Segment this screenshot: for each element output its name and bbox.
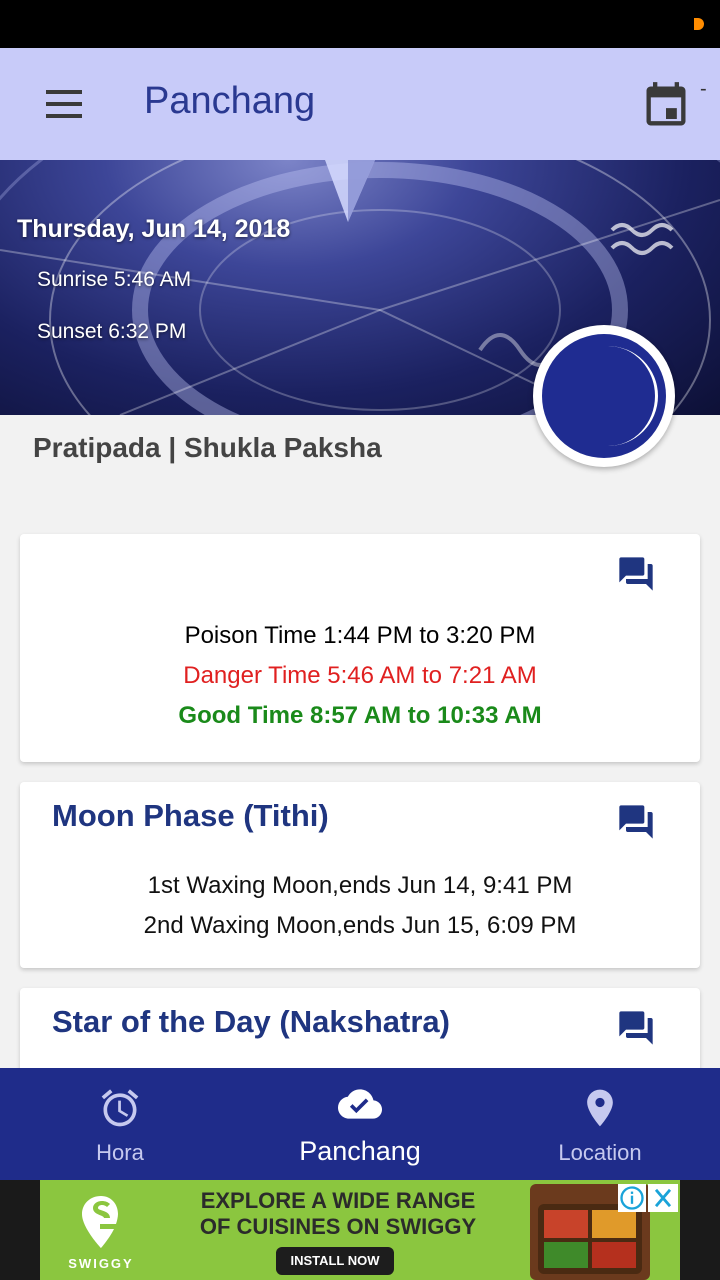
- ad-headline-line-1: EXPLORE A WIDE RANGE: [200, 1188, 476, 1213]
- tithi-line-1: 1st Waxing Moon,ends Jun 14, 9:41 PM: [147, 872, 573, 899]
- chat-icon[interactable]: [614, 1008, 658, 1048]
- chat-icon[interactable]: [614, 802, 658, 842]
- nav-label-panchang: Panchang: [299, 1136, 421, 1166]
- ad-close-icon[interactable]: [648, 1184, 678, 1212]
- nav-item-hora[interactable]: Hora: [0, 1068, 240, 1180]
- alarm-clock-icon: [101, 1089, 139, 1127]
- notification-dot-icon: [694, 18, 704, 30]
- sunset-time: Sunset 6:32 PM: [37, 320, 187, 343]
- status-bar: [0, 0, 720, 48]
- hero-date: Thursday, Jun 14, 2018: [17, 215, 291, 243]
- app-bar-trailing-text: -: [700, 78, 707, 100]
- tithi-line-2: 2nd Waxing Moon,ends Jun 15, 6:09 PM: [143, 912, 577, 939]
- app-bar: Panchang -: [0, 48, 720, 160]
- ad-headline: EXPLORE A WIDE RANGE OF CUISINES ON SWIG…: [188, 1188, 488, 1240]
- sunrise-time: Sunrise 5:46 AM: [37, 268, 192, 291]
- swiggy-logo: SWIGGY: [58, 1194, 144, 1274]
- nakshatra-title: Star of the Day (Nakshatra): [52, 1004, 450, 1039]
- menu-icon[interactable]: [40, 86, 88, 122]
- tithi-summary: Pratipada | Shukla Paksha: [33, 432, 382, 463]
- moon-phase-title: Moon Phase (Tithi): [52, 798, 329, 833]
- page-title: Panchang: [144, 80, 316, 122]
- good-time: Good Time 8:57 AM to 10:33 AM: [178, 702, 542, 729]
- danger-time: Danger Time 5:46 AM to 7:21 AM: [183, 662, 537, 689]
- nav-item-location[interactable]: Location: [480, 1068, 720, 1180]
- location-pin-icon: [587, 1089, 613, 1127]
- ad-banner[interactable]: SWIGGY EXPLORE A WIDE RANGE OF CUISINES …: [40, 1180, 680, 1280]
- nav-label-hora: Hora: [96, 1140, 144, 1165]
- timings-card: Poison Time 1:44 PM to 3:20 PM Danger Ti…: [20, 534, 700, 762]
- cloud-check-icon: [338, 1089, 382, 1119]
- calendar-icon[interactable]: [640, 80, 692, 132]
- ad-info-icon[interactable]: [618, 1184, 646, 1212]
- chat-icon[interactable]: [614, 554, 658, 594]
- bottom-navigation: Hora Panchang Location: [0, 1068, 720, 1180]
- moon-phase-icon: [533, 325, 675, 467]
- ad-headline-line-2: OF CUISINES ON SWIGGY: [199, 1214, 477, 1239]
- poison-time: Poison Time 1:44 PM to 3:20 PM: [184, 622, 536, 649]
- nav-item-panchang[interactable]: Panchang: [240, 1068, 480, 1180]
- ad-brand: SWIGGY: [68, 1256, 134, 1271]
- install-now-button[interactable]: INSTALL NOW: [276, 1247, 394, 1275]
- moon-phase-card: Moon Phase (Tithi) 1st Waxing Moon,ends …: [20, 782, 700, 968]
- nav-label-location: Location: [558, 1140, 642, 1165]
